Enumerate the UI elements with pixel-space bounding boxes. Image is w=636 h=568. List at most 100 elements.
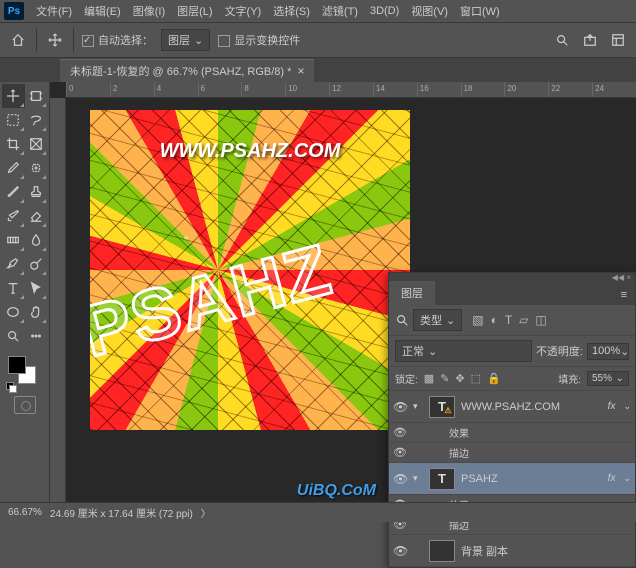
menu-type[interactable]: 文字(Y) [219,1,268,21]
search-icon[interactable] [552,30,572,50]
opacity-field[interactable]: 100%⌄ [587,343,629,360]
vertical-ruler [50,98,66,502]
eraser-tool[interactable] [25,204,48,228]
type-tool[interactable] [2,276,25,300]
layers-tab[interactable]: 图层 [389,281,435,305]
zoom-level[interactable]: 66.67% [8,507,42,518]
lock-all-icon[interactable]: 🔒 [487,372,501,385]
hand-tool[interactable] [25,300,48,324]
ruler-mark: 20 [504,82,548,97]
menu-edit[interactable]: 编辑(E) [78,1,127,21]
layer-row[interactable]: 👁 ▾ T PSAHZ fx⌄ [389,463,635,495]
zoom-tool[interactable] [2,324,25,348]
move-tool-icon[interactable] [45,30,65,50]
show-transform-checkbox[interactable]: 显示变换控件 [218,32,300,48]
ruler-mark: 8 [241,82,285,97]
crop-tool[interactable] [2,132,25,156]
panel-menu-icon[interactable]: ≡ [613,285,635,305]
menu-layer[interactable]: 图层(L) [171,1,218,21]
gradient-tool[interactable] [2,228,25,252]
edit-toolbar[interactable] [25,324,48,348]
quick-mask-button[interactable] [14,396,36,414]
status-chevron-icon[interactable]: 〉 [201,505,211,520]
layers-panel: ◀◀ × 图层 ≡ 类型⌄ ▧ ◐ T ▱ ◫ 正常⌄ 不透明度: 100%⌄ … [388,272,636,568]
filter-type-dropdown[interactable]: 类型⌄ [413,309,462,331]
ruler-mark: 12 [329,82,373,97]
chevron-down-icon: ⌄ [446,314,455,327]
status-bar: 66.67% 24.69 厘米 x 17.64 厘米 (72 ppi) 〉 [0,502,636,522]
layer-row[interactable]: 👁 ▾ T⚠ WWW.PSAHZ.COM fx⌄ [389,391,635,423]
auto-select-target[interactable]: 图层⌄ [161,29,210,51]
blend-mode-dropdown[interactable]: 正常⌄ [395,340,532,362]
menu-window[interactable]: 窗口(W) [454,1,506,21]
auto-select-checkbox[interactable]: 自动选择： [82,32,153,48]
visibility-icon[interactable]: 👁 [393,544,407,558]
dodge-tool[interactable] [25,252,48,276]
lock-position-icon[interactable]: ✥ [455,372,464,385]
blur-tool[interactable] [25,228,48,252]
frame-tool[interactable] [25,132,48,156]
close-icon[interactable]: × [297,64,304,78]
default-colors-icon[interactable] [6,382,16,392]
brush-tool[interactable] [2,180,25,204]
pen-tool[interactable] [2,252,25,276]
filter-adjust-icon[interactable]: ◐ [491,313,498,327]
document-canvas[interactable]: WWW.PSAHZ.COM PSAHZ [90,110,410,430]
chevron-down-icon: ⌄ [620,345,629,358]
quick-share-icon[interactable] [580,30,600,50]
search-icon[interactable] [395,310,409,330]
eyedropper-tool[interactable] [2,156,25,180]
layer-effect-row[interactable]: 👁 描边 [389,443,635,463]
lasso-tool[interactable] [25,108,48,132]
menu-select[interactable]: 选择(S) [267,1,316,21]
effect-name: 描边 [413,445,469,460]
filter-pixel-icon[interactable]: ▧ [472,313,483,327]
lock-transparency-icon[interactable]: ▩ [424,372,434,385]
menu-3d[interactable]: 3D(D) [364,3,405,19]
menu-file[interactable]: 文件(F) [30,1,78,21]
shape-tool[interactable] [2,300,25,324]
visibility-icon[interactable]: 👁 [393,446,407,459]
color-swatches[interactable] [2,352,47,392]
layer-thumbnail[interactable]: T⚠ [429,396,455,418]
expand-icon[interactable]: ▾ [413,473,423,484]
workspace-icon[interactable] [608,30,628,50]
menu-view[interactable]: 视图(V) [405,1,454,21]
layer-row[interactable]: 👁 背景 副本 [389,535,635,567]
layer-thumbnail[interactable] [429,540,455,562]
marquee-tool[interactable] [2,108,25,132]
visibility-icon[interactable]: 👁 [393,472,407,486]
visibility-icon[interactable]: 👁 [393,400,407,414]
path-select-tool[interactable] [25,276,48,300]
document-title: 未标题-1-恢复的 @ 66.7% (PSAHZ, RGB/8) * [70,63,291,79]
document-tab[interactable]: 未标题-1-恢复的 @ 66.7% (PSAHZ, RGB/8) * × [60,59,314,82]
visibility-icon[interactable]: 👁 [393,426,407,439]
lock-pixels-icon[interactable]: ✎ [440,372,449,385]
foreground-swatch[interactable] [8,356,26,374]
filter-type-icon[interactable]: T [505,313,512,327]
lock-artboard-icon[interactable]: ⬚ [471,372,481,385]
artboard-tool[interactable] [25,84,48,108]
fx-chevron-icon[interactable]: ⌄ [623,473,631,484]
fx-badge[interactable]: fx [608,401,616,412]
layer-name: 背景 副本 [461,543,631,559]
canvas-text-url: WWW.PSAHZ.COM [160,140,341,163]
filter-smart-icon[interactable]: ◫ [535,313,546,327]
healing-tool[interactable] [25,156,48,180]
options-bar: 自动选择： 图层⌄ 显示变换控件 [0,22,636,58]
expand-icon[interactable]: ▾ [413,401,423,412]
stamp-tool[interactable] [25,180,48,204]
fill-field[interactable]: 55%⌄ [587,371,629,386]
panel-collapse-icon[interactable]: ◀◀ × [389,273,635,281]
home-icon[interactable] [8,30,28,50]
fx-chevron-icon[interactable]: ⌄ [623,401,631,412]
menu-filter[interactable]: 滤镜(T) [316,1,364,21]
layer-thumbnail[interactable]: T [429,468,455,490]
layer-effect-row[interactable]: 👁效果 [389,423,635,443]
menu-image[interactable]: 图像(I) [127,1,171,21]
workspace: 024681012141618202224 WWW.PSAHZ.COM PSAH… [0,82,636,502]
filter-shape-icon[interactable]: ▱ [519,313,528,327]
history-brush-tool[interactable] [2,204,25,228]
fx-badge[interactable]: fx [608,473,616,484]
move-tool[interactable] [2,84,25,108]
